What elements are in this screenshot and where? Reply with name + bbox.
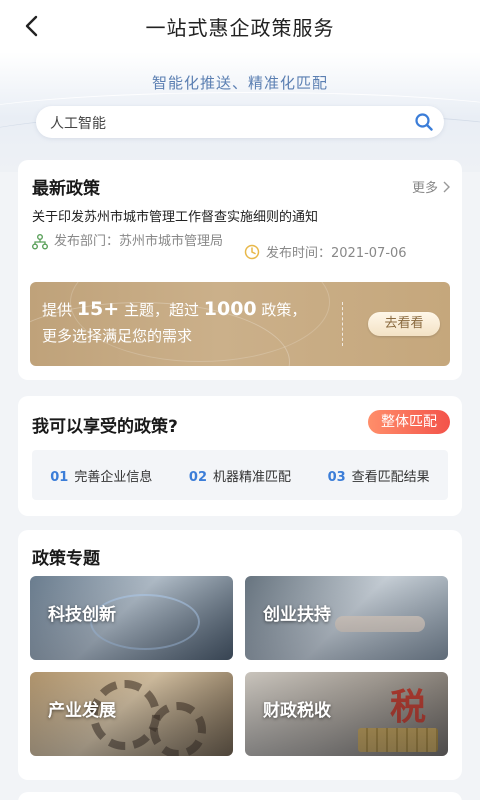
more-label: 更多	[411, 181, 438, 196]
next-section-card	[18, 792, 462, 800]
topics-count: 15+	[76, 298, 120, 320]
topic-tile-startup-support[interactable]: 创业扶持	[245, 576, 448, 660]
topic-tile-tech-innovation[interactable]: 科技创新	[30, 576, 233, 660]
go-see-button[interactable]: 去看看	[368, 312, 440, 336]
banner-divider	[342, 302, 343, 346]
promo-text: 提供 15+ 主题，超过 1000 政策，更多选择满足您的需求	[42, 296, 312, 349]
page-title: 一站式惠企政策服务	[145, 16, 335, 40]
policy-topics-card: 政策专题 科技创新 创业扶持 产业发展 税 财政税收	[18, 530, 462, 780]
topic-label: 产业发展	[48, 701, 116, 721]
promo-prefix: 提供	[42, 301, 73, 319]
overall-match-button[interactable]: 整体匹配	[368, 410, 450, 434]
topic-label: 科技创新	[48, 605, 116, 625]
topic-tile-industry-development[interactable]: 产业发展	[30, 672, 233, 756]
section-title-latest: 最新政策	[32, 179, 100, 199]
step-item[interactable]: 01 完善企业信息	[50, 466, 152, 485]
policy-notice-title[interactable]: 关于印发苏州市城市管理工作督查实施细则的通知	[32, 206, 318, 225]
step-item[interactable]: 03 查看匹配结果	[328, 466, 430, 485]
promo-middle: 主题，超过	[123, 301, 199, 319]
publish-time: 发布时间：2021-07-06	[244, 242, 407, 261]
chevron-right-icon	[443, 181, 450, 192]
top-bar: 一站式惠企政策服务	[0, 0, 480, 52]
hero-slogan: 智能化推送、精准化匹配	[151, 74, 328, 92]
step-label: 机器精准匹配	[213, 469, 292, 485]
step-number: 02	[188, 469, 208, 485]
search-input[interactable]: 人工智能	[36, 106, 444, 138]
step-label: 完善企业信息	[74, 469, 153, 485]
promo-banner[interactable]: 提供 15+ 主题，超过 1000 政策，更多选择满足您的需求 去看看	[30, 282, 450, 366]
step-number: 03	[327, 469, 346, 485]
step-label: 查看匹配结果	[351, 469, 430, 485]
org-chart-icon	[32, 234, 48, 250]
publish-time-text: 发布时间：2021-07-06	[266, 246, 407, 261]
search-icon[interactable]	[414, 112, 434, 132]
latest-policy-card: 最新政策 更多 关于印发苏州市城市管理工作督查实施细则的通知 发布部门：苏州市城…	[18, 160, 462, 380]
match-steps: 01 完善企业信息 02 机器精准匹配 03 查看匹配结果	[32, 450, 448, 500]
clock-icon	[244, 244, 260, 259]
section-title-topics: 政策专题	[32, 549, 100, 569]
topic-label: 创业扶持	[263, 605, 331, 625]
topic-label: 财政税收	[263, 701, 331, 721]
step-number: 01	[50, 469, 69, 485]
eligible-policy-card: 我可以享受的政策? 整体匹配 01 完善企业信息 02 机器精准匹配 03 查看匹配结…	[18, 396, 462, 516]
section-title-eligible: 我可以享受的政策?	[32, 417, 178, 437]
hero-section: 智能化推送、精准化匹配 人工智能	[0, 52, 480, 172]
policy-count: 1000	[203, 298, 257, 320]
search-value: 人工智能	[50, 116, 106, 132]
more-link[interactable]: 更多	[412, 177, 450, 196]
publish-department-text: 发布部门：苏州市城市管理局	[54, 234, 224, 249]
topic-tile-fiscal-tax[interactable]: 税 财政税收	[245, 672, 448, 756]
publish-department: 发布部门：苏州市城市管理局	[32, 232, 242, 252]
step-item[interactable]: 02 机器精准匹配	[189, 466, 291, 485]
